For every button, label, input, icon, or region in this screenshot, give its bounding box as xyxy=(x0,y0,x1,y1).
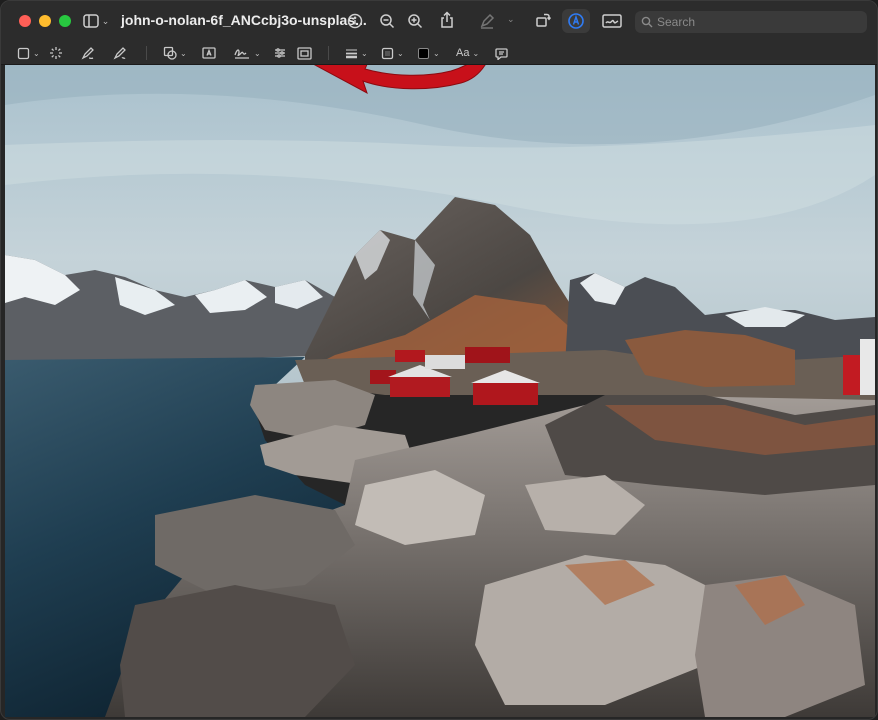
fill-color-button[interactable]: ⌄ xyxy=(418,44,440,62)
shapes-button[interactable]: ⌄ xyxy=(163,44,187,62)
instant-alpha-icon xyxy=(50,47,62,59)
title-bar: ⌄ john-o-nolan-6f_ANCcbj3o-unsplas... ⌄ … xyxy=(1,1,877,41)
chevron-down-icon: ⌄ xyxy=(397,48,404,58)
traffic-lights xyxy=(19,15,71,27)
border-color-icon xyxy=(381,47,394,59)
text-box-button[interactable] xyxy=(202,44,216,62)
highlight-button[interactable] xyxy=(475,9,499,33)
text-box-icon xyxy=(202,47,216,59)
chevron-down-icon: ⌄ xyxy=(101,15,110,26)
sketch-icon xyxy=(81,47,94,60)
draw-icon xyxy=(113,47,126,60)
sign-button[interactable]: ⌄ xyxy=(233,44,261,62)
search-icon xyxy=(641,16,653,28)
highlighter-icon xyxy=(480,13,495,29)
zoom-out-icon xyxy=(380,14,395,29)
shape-style-button[interactable]: ⌄ xyxy=(345,44,368,62)
text-style-icon: Aa xyxy=(456,47,470,59)
text-style-button[interactable]: Aa ⌄ xyxy=(456,44,479,62)
minimize-button[interactable] xyxy=(39,15,51,27)
share-icon xyxy=(441,11,453,28)
fill-color-swatch xyxy=(418,47,429,59)
adjust-size-button[interactable] xyxy=(297,44,312,62)
shapes-icon xyxy=(163,46,177,60)
search-input[interactable] xyxy=(657,15,857,29)
speech-bubble-button[interactable] xyxy=(495,44,508,62)
preview-window: ⌄ john-o-nolan-6f_ANCcbj3o-unsplas... ⌄ … xyxy=(0,0,878,720)
shape-style-icon xyxy=(346,49,357,59)
chevron-down-icon: ⌄ xyxy=(254,48,261,58)
selection-icon xyxy=(17,47,30,59)
adjust-color-icon xyxy=(275,48,285,58)
chevron-down-icon: ⌄ xyxy=(361,48,368,58)
rotate-button[interactable] xyxy=(531,8,555,32)
chevron-down-icon: ⌄ xyxy=(433,48,440,58)
zoom-in-button[interactable] xyxy=(403,9,427,33)
sign-icon xyxy=(234,49,249,59)
info-button[interactable] xyxy=(343,9,367,33)
chevron-down-icon: ⌄ xyxy=(33,48,40,58)
chevron-down-icon[interactable]: ⌄ xyxy=(507,14,515,25)
adjust-size-icon xyxy=(297,46,312,60)
markup-toggle-button[interactable] xyxy=(562,9,590,33)
document-title: john-o-nolan-6f_ANCcbj3o-unsplas... xyxy=(121,12,367,28)
markup-toolbar: ⌄ ⌄ ⌄ ⌄ ⌄ ⌄ Aa ⌄ xyxy=(1,41,877,65)
sidebar-icon xyxy=(82,14,99,28)
instant-alpha-button[interactable] xyxy=(49,44,63,62)
share-button[interactable] xyxy=(435,8,459,32)
border-color-button[interactable]: ⌄ xyxy=(381,44,404,62)
chevron-down-icon: ⌄ xyxy=(472,48,480,58)
sketch-button[interactable] xyxy=(81,44,95,62)
speech-bubble-icon xyxy=(495,47,508,60)
zoom-out-button[interactable] xyxy=(375,9,399,33)
zoom-in-icon xyxy=(408,14,423,29)
adjust-color-button[interactable] xyxy=(273,44,287,62)
search-field[interactable] xyxy=(635,11,867,33)
info-icon xyxy=(347,13,363,29)
draw-button[interactable] xyxy=(113,44,127,62)
fullscreen-button[interactable] xyxy=(59,15,71,27)
signature-icon xyxy=(602,14,622,28)
rotate-icon xyxy=(536,13,551,27)
landscape-photo xyxy=(5,65,875,717)
toolbar-separator xyxy=(146,46,147,60)
sidebar-toggle-button[interactable]: ⌄ xyxy=(81,9,111,33)
image-canvas[interactable] xyxy=(5,65,875,717)
signature-button[interactable] xyxy=(599,9,625,33)
markup-icon xyxy=(568,13,584,29)
selection-tools-button[interactable]: ⌄ xyxy=(17,44,40,62)
toolbar-separator xyxy=(328,46,329,60)
close-button[interactable] xyxy=(19,15,31,27)
chevron-down-icon: ⌄ xyxy=(180,48,187,58)
